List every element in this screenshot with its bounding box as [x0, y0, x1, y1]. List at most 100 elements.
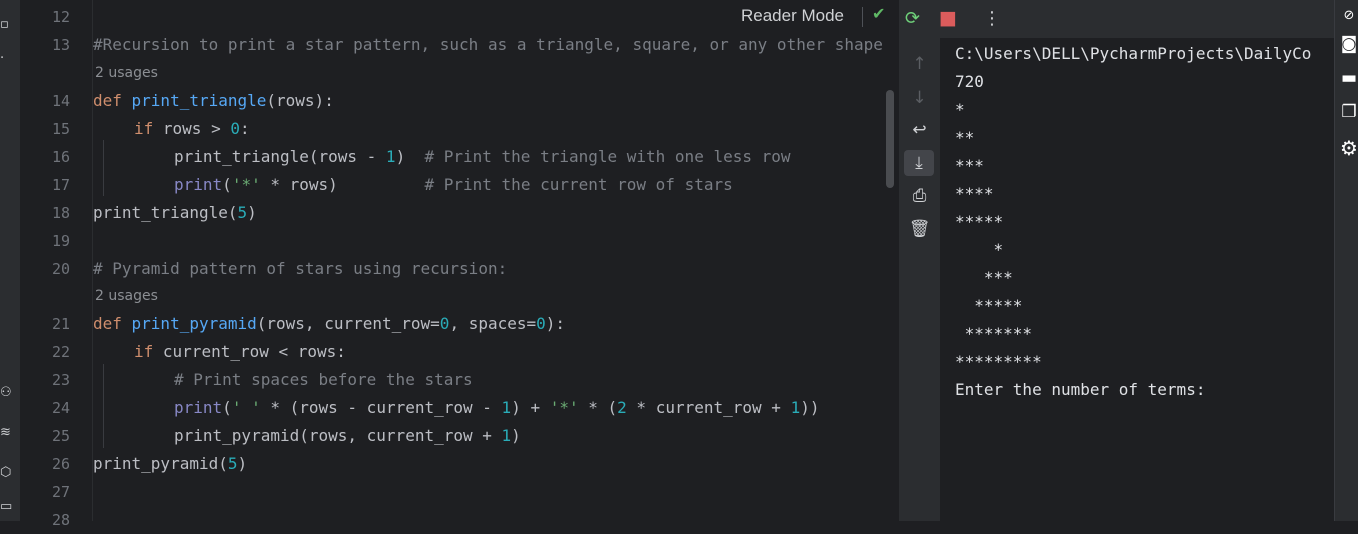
- code-text: print_pyramid(: [93, 454, 228, 473]
- code-line-25[interactable]: print_pyramid(rows, current_row + 1): [174, 422, 521, 450]
- plugin-icon[interactable]: ⚇: [0, 386, 14, 400]
- layout-icon[interactable]: ❐: [1338, 102, 1358, 122]
- line-number: 12: [51, 8, 70, 26]
- comment: # Print the current row of stars: [424, 175, 733, 194]
- reader-mode-button[interactable]: Reader Mode: [741, 6, 844, 26]
- check-icon[interactable]: ✔: [872, 4, 885, 23]
- code-text: ): [395, 147, 425, 166]
- line-number-gutter: 12 13 14 15 16 17 18 19 20 21 22 23 24 2…: [20, 0, 93, 529]
- code-text: (rows):: [266, 91, 334, 110]
- more-options-icon[interactable]: ⋮: [983, 8, 1001, 29]
- indent-guide: [103, 364, 104, 448]
- line-number: 20: [51, 260, 70, 278]
- code-text: print_triangle(rows -: [174, 147, 386, 166]
- code-editor[interactable]: #Recursion to print a star pattern, such…: [93, 0, 898, 521]
- code-text: )): [800, 398, 820, 417]
- code-line-23[interactable]: # Print spaces before the stars: [174, 366, 473, 394]
- code-line-21[interactable]: def print_pyramid(rows, current_row=0, s…: [93, 310, 565, 338]
- code-text: ):: [545, 314, 566, 333]
- keyword: def: [93, 314, 132, 333]
- code-line-22[interactable]: if current_row < rows:: [134, 338, 346, 366]
- console-line: **: [955, 128, 975, 147]
- layers-icon[interactable]: ≋: [0, 426, 14, 440]
- gear-icon[interactable]: ⚙: [1338, 136, 1358, 160]
- number-literal: 2: [617, 398, 627, 417]
- builtin-name: print: [174, 175, 223, 194]
- string-literal: ' ': [231, 398, 261, 417]
- stop-icon[interactable]: ■: [939, 7, 957, 29]
- soft-wrap-icon[interactable]: ↩: [899, 120, 940, 140]
- line-number: 26: [51, 455, 70, 473]
- console-line: *****: [955, 296, 1023, 315]
- indent-guide: [103, 140, 104, 196]
- code-text: (rows, current_row=: [256, 314, 440, 333]
- code-line-20[interactable]: # Pyramid pattern of stars using recursi…: [93, 255, 507, 283]
- window-icon[interactable]: ▬: [1338, 68, 1358, 88]
- code-line-14[interactable]: def print_triangle(rows):: [93, 87, 334, 115]
- terminal-icon[interactable]: ▭: [0, 500, 14, 514]
- pin-icon[interactable]: ⊘: [1338, 8, 1358, 23]
- console-line: 720: [955, 72, 984, 91]
- console-prompt[interactable]: Enter the number of terms:: [955, 376, 1334, 404]
- number-literal: 0: [230, 119, 240, 138]
- code-line-24[interactable]: print(' ' * (rows - current_row - 1) + '…: [174, 394, 819, 422]
- scroll-to-end-icon[interactable]: ⤓: [904, 150, 934, 176]
- console-line: *: [955, 100, 965, 119]
- line-number: 17: [51, 176, 70, 194]
- code-line-26[interactable]: print_pyramid(5): [93, 450, 247, 478]
- builtin-name: print: [174, 398, 223, 417]
- code-line-13[interactable]: #Recursion to print a star pattern, such…: [93, 31, 883, 59]
- arrow-up-icon[interactable]: ↑: [899, 54, 940, 74]
- code-text: :: [239, 119, 250, 138]
- console-line: ***: [955, 268, 1013, 287]
- code-line-18[interactable]: print_triangle(5): [93, 199, 257, 227]
- code-text: print_pyramid(rows, current_row +: [174, 426, 502, 445]
- services-icon[interactable]: ⬡: [0, 466, 14, 480]
- print-icon[interactable]: ⎙: [899, 186, 940, 206]
- code-line-17[interactable]: print('*' * rows) # Print the current ro…: [174, 171, 733, 199]
- console-line: *********: [955, 352, 1042, 371]
- usages-hint[interactable]: 2 usages: [95, 61, 158, 85]
- code-text: ): [247, 203, 257, 222]
- code-text: ): [237, 454, 248, 473]
- rerun-icon[interactable]: ⟳: [905, 8, 920, 29]
- code-text: * rows): [260, 175, 425, 194]
- number-literal: 0: [536, 314, 546, 333]
- line-number: 14: [51, 92, 70, 110]
- console-output[interactable]: C:\Users\DELL\PycharmProjects\DailyCo 72…: [955, 40, 1334, 404]
- code-text: rows >: [162, 119, 231, 138]
- code-text: * (rows - current_row -: [260, 398, 502, 417]
- code-line-16[interactable]: print_triangle(rows - 1) # Print the tri…: [174, 143, 791, 171]
- trash-icon[interactable]: 🗑: [899, 219, 940, 239]
- code-text: * current_row +: [626, 398, 791, 417]
- line-number: 15: [51, 120, 70, 138]
- run-tool-strip: ↑ ↓ ↩ ⤓ ⎙ 🗑: [899, 38, 940, 521]
- console-line: *******: [955, 324, 1033, 343]
- editor-scrollbar[interactable]: [886, 90, 894, 188]
- line-number: 19: [51, 232, 70, 250]
- string-literal: '*': [549, 398, 579, 417]
- console-line: *: [955, 240, 1004, 259]
- separator: [862, 7, 863, 27]
- comment: # Print the triangle with one less row: [424, 147, 791, 166]
- console-line: ****: [955, 184, 994, 203]
- camera-icon[interactable]: ◙: [1338, 34, 1358, 54]
- code-text: print_triangle(: [93, 203, 238, 222]
- code-text: (: [222, 175, 232, 194]
- arrow-down-icon[interactable]: ↓: [899, 88, 940, 108]
- code-text: (: [222, 398, 232, 417]
- run-toolbar: ⟳ ■ ⋮: [899, 0, 1334, 38]
- line-number: 18: [51, 204, 70, 222]
- code-text: , spaces=: [449, 314, 537, 333]
- line-number: 24: [51, 399, 70, 417]
- code-text: * (: [578, 398, 618, 417]
- line-number: 13: [51, 36, 70, 54]
- usages-hint[interactable]: 2 usages: [95, 284, 158, 308]
- dot-icon: ·: [0, 51, 5, 66]
- structure-icon[interactable]: ▫: [0, 18, 14, 32]
- left-tool-strip: ▫ · ⚇ ≋ ⬡ ▭: [0, 0, 20, 521]
- console-line: C:\Users\DELL\PycharmProjects\DailyCo: [955, 44, 1312, 63]
- code-text: ) +: [511, 398, 550, 417]
- code-line-15[interactable]: if rows > 0:: [134, 115, 250, 143]
- number-literal: 1: [501, 426, 512, 445]
